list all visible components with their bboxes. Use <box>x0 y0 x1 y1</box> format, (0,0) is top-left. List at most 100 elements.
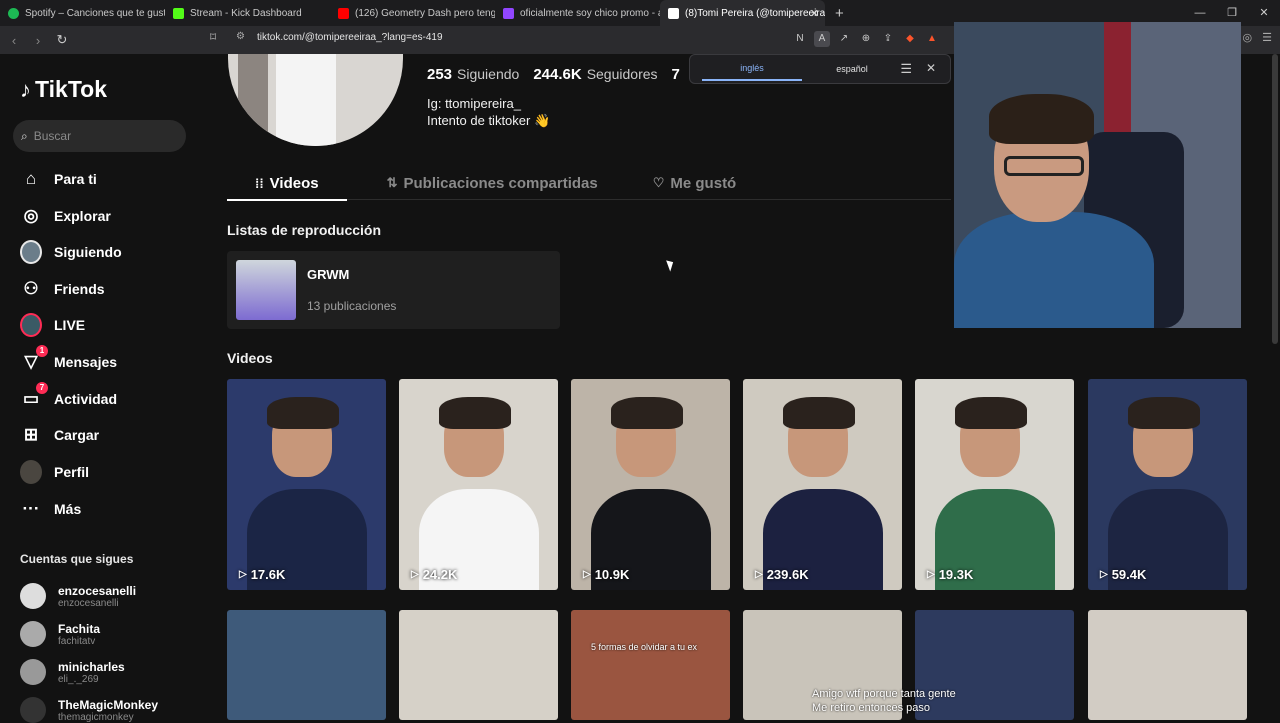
video-thumbnail[interactable] <box>227 610 386 720</box>
profile-bio-line: Ig: ttomipereira_ <box>427 96 521 111</box>
sidebar-item-cargar[interactable]: ⊞ Cargar <box>20 424 99 446</box>
sidebar-item-para-ti[interactable]: ⌂ Para ti <box>20 168 97 190</box>
avatar-background <box>238 54 268 134</box>
browser-tab-kick[interactable]: Stream - Kick Dashboard <box>165 0 330 26</box>
streamer-glasses <box>1004 156 1084 176</box>
sidebar-item-explorar[interactable]: ◎ Explorar <box>20 205 111 227</box>
tab-videos[interactable]: ⁞⁞ Videos <box>227 166 347 201</box>
sidebar-item-perfil[interactable]: Perfil <box>20 460 89 484</box>
video-hair <box>611 397 683 429</box>
scrollbar[interactable] <box>1272 54 1278 344</box>
video-thumbnail[interactable] <box>1088 610 1247 720</box>
video-thumbnail[interactable]: ▷ 10.9K <box>571 379 730 590</box>
browser-tab-tiktok[interactable]: (8)Tomi Pereira (@tomipereeiraa ✕ <box>660 0 825 26</box>
translate-target-lang[interactable]: español <box>802 58 902 80</box>
tiktok-icon <box>668 7 679 19</box>
video-thumbnail[interactable]: ▷ 239.6K <box>743 379 902 590</box>
site-info-icon[interactable]: ⚙ <box>236 31 245 42</box>
view-count: ▷ 24.2K <box>411 567 457 582</box>
menu-icon[interactable]: ☰ <box>1262 31 1272 44</box>
kick-icon <box>173 7 184 19</box>
sidebar-item-siguiendo[interactable]: Siguiendo <box>20 240 122 264</box>
browser-tab-twitch[interactable]: oficialmente soy chico promo - anec <box>495 0 660 26</box>
tab-liked[interactable]: ♡ Me gustó <box>653 166 737 200</box>
following-account[interactable]: enzocesanelli enzocesanelli <box>20 583 136 609</box>
following-account[interactable]: Fachita fachitatv <box>20 621 100 647</box>
video-thumbnail[interactable]: ▷ 24.2K <box>399 379 558 590</box>
address-actions: N A ↗ ⊕ ⇪ ◆ ▲ <box>792 31 940 47</box>
video-caption: 5 formas de olvidar a tu ex <box>591 642 698 652</box>
sidebar-item-label: Mensajes <box>54 354 118 370</box>
bookmark-icon[interactable]: ⌑ <box>210 30 216 44</box>
video-thumbnail[interactable] <box>915 610 1074 720</box>
streamer-hair <box>989 94 1094 144</box>
tab-title: Spotify – Canciones que te gustan <box>25 7 165 19</box>
friends-icon: ⚇ <box>23 279 39 298</box>
back-icon[interactable]: ‹ <box>4 33 24 48</box>
repost-icon: ⇅ <box>386 175 398 190</box>
view-count-value: 24.2K <box>422 567 458 582</box>
brave-shield-icon[interactable]: ◆ <box>902 31 918 47</box>
open-external-icon[interactable]: ↗ <box>836 31 852 47</box>
profile-avatar[interactable] <box>228 54 403 146</box>
video-hair <box>955 397 1027 429</box>
account-name: minicharles <box>58 659 125 674</box>
following-header: Cuentas que sigues <box>20 552 134 566</box>
video-thumbnail[interactable]: ▷ 17.6K <box>227 379 386 590</box>
sidebar-item-label: Más <box>54 501 82 517</box>
tab-title: Stream - Kick Dashboard <box>190 7 302 19</box>
following-label[interactable]: Siguiendo <box>457 66 519 82</box>
following-account[interactable]: minicharles eli_._269 <box>20 659 125 685</box>
reload-icon[interactable]: ↻ <box>52 32 72 48</box>
share-icon[interactable]: ⇪ <box>880 31 896 47</box>
close-icon[interactable]: ✕ <box>926 61 936 75</box>
browser-tab-spotify[interactable]: Spotify – Canciones que te gustan <box>0 0 165 26</box>
account-handle: fachitatv <box>58 635 96 647</box>
tab-label: Videos <box>269 174 319 192</box>
video-thumbnail[interactable]: ▷ 59.4K <box>1088 379 1247 590</box>
close-tab-icon[interactable]: ✕ <box>810 7 819 20</box>
sidebar-item-live[interactable]: LIVE <box>20 313 85 337</box>
view-count-value: 10.9K <box>594 567 630 582</box>
tab-title: (8)Tomi Pereira (@tomipereeiraa <box>685 7 825 19</box>
tab-reposts[interactable]: ⇅ Publicaciones compartidas <box>387 166 598 200</box>
tab-label: Publicaciones compartidas <box>403 174 598 192</box>
play-icon: ▷ <box>927 569 935 580</box>
videos-title: Videos <box>227 350 273 366</box>
sidebar-item-label: Explorar <box>54 208 111 224</box>
play-icon: ▷ <box>583 569 591 580</box>
video-thumbnail[interactable] <box>399 610 558 720</box>
close-window-icon[interactable]: ✕ <box>1248 0 1280 26</box>
new-tab-button[interactable]: + <box>825 5 854 22</box>
followers-label[interactable]: Seguidores <box>587 66 658 82</box>
following-avatar-icon <box>20 240 42 264</box>
view-count: ▷ 239.6K <box>755 567 809 582</box>
translate-source-lang[interactable]: inglés <box>702 57 802 81</box>
following-account[interactable]: TheMagicMonkey themagicmonkey <box>20 697 158 723</box>
logo-text: TikTok <box>35 76 107 102</box>
likes-count: 7 <box>671 66 680 83</box>
no-media-icon[interactable]: N <box>792 31 808 47</box>
forward-icon[interactable]: › <box>28 33 48 48</box>
zoom-icon[interactable]: ⊕ <box>858 31 874 47</box>
video-thumbnail[interactable]: ▷ 19.3K <box>915 379 1074 590</box>
play-icon: ▷ <box>411 569 419 580</box>
play-icon: ▷ <box>1100 569 1108 580</box>
sidebar-item-mas[interactable]: ··· Más <box>20 498 82 520</box>
sidebar-item-friends[interactable]: ⚇ Friends <box>20 278 104 300</box>
browser-tab-youtube[interactable]: (126) Geometry Dash pero tengo que <box>330 0 495 26</box>
vpn-icon[interactable]: ◎ <box>1243 31 1253 44</box>
translate-icon[interactable]: A <box>814 31 830 47</box>
rewards-icon[interactable]: ▲ <box>924 31 940 47</box>
translate-options-icon[interactable]: ☰ <box>900 61 912 77</box>
url-field[interactable]: tiktok.com/@tomipereeiraa_?lang=es-419 <box>257 32 443 43</box>
tiktok-logo[interactable]: ♪ TikTok <box>20 76 107 103</box>
following-count: 253 <box>427 66 453 83</box>
sidebar-item-actividad[interactable]: ▭ 7 Actividad <box>20 382 117 410</box>
sidebar-item-mensajes[interactable]: ▽ 1 Mensajes <box>20 345 118 373</box>
search-input[interactable]: ⌕ Buscar <box>13 120 186 152</box>
video-hair <box>1128 397 1200 429</box>
playlist-card[interactable]: GRWM 13 publicaciones <box>227 251 560 329</box>
video-thumbnail[interactable]: 5 formas de olvidar a tu ex <box>571 610 730 720</box>
play-icon: ▷ <box>755 569 763 580</box>
